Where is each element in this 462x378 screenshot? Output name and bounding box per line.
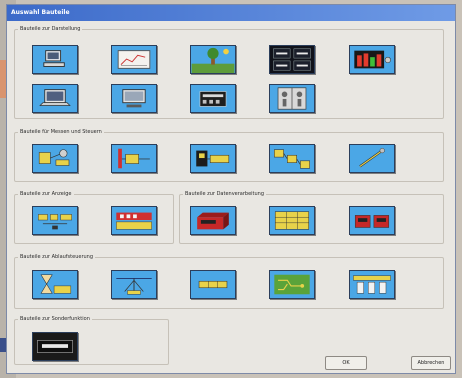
tile-hourglass[interactable] bbox=[32, 270, 78, 299]
tile-numeric-display[interactable] bbox=[269, 45, 315, 74]
tile-network[interactable] bbox=[269, 144, 315, 173]
tile-connector-panel[interactable] bbox=[349, 270, 395, 299]
tile-probe[interactable] bbox=[349, 144, 395, 173]
timer-bar-icon bbox=[198, 280, 228, 289]
group-label-anzeigen: Bauteile zur Anzeige bbox=[18, 191, 74, 197]
group-label-datenverarbeitung: Bauteile zur Datenverarbeitung bbox=[183, 191, 267, 197]
tile-monitor[interactable] bbox=[111, 84, 157, 113]
display-text-icon bbox=[37, 340, 73, 353]
network-icon bbox=[274, 149, 310, 169]
cancel-button[interactable]: Abbrechen bbox=[411, 356, 451, 370]
tile-bar-meter[interactable] bbox=[349, 45, 395, 74]
circuit-icon bbox=[274, 274, 310, 295]
terminal-icon bbox=[196, 150, 230, 167]
landscape-icon bbox=[191, 47, 235, 73]
tile-laptop[interactable] bbox=[32, 84, 78, 113]
laptop-icon bbox=[39, 89, 71, 106]
group-label-ablaufsteuerung: Bauteile zur Ablaufsteuerung bbox=[18, 254, 96, 260]
keypad-panel-icon bbox=[199, 91, 227, 107]
tile-switch-panel[interactable] bbox=[269, 84, 315, 113]
tile-timer-bar[interactable] bbox=[190, 270, 236, 299]
group-label-sonderfunktionen: Bauteile zur Sonderfunktion bbox=[18, 316, 92, 322]
tile-chart-window[interactable] bbox=[111, 45, 157, 74]
tile-relay[interactable] bbox=[111, 144, 157, 173]
tile-keypad-panel[interactable] bbox=[190, 84, 236, 113]
tile-sensor[interactable] bbox=[32, 144, 78, 173]
monitor-icon bbox=[122, 89, 146, 108]
computer-icon bbox=[43, 50, 65, 67]
tile-display-text[interactable] bbox=[32, 332, 78, 361]
group-label-steuerung: Bauteile zur Darstellung bbox=[18, 26, 83, 32]
data-table-icon bbox=[274, 211, 310, 230]
connector-panel-icon bbox=[353, 275, 391, 294]
bar-meter-icon bbox=[354, 50, 391, 69]
tile-antenna[interactable] bbox=[111, 270, 157, 299]
chart-window-icon bbox=[117, 50, 151, 69]
tile-data-table[interactable] bbox=[269, 206, 315, 235]
relay-icon bbox=[118, 148, 150, 169]
tile-storage-block[interactable] bbox=[190, 206, 236, 235]
register-icon bbox=[354, 215, 390, 228]
tile-circuit[interactable] bbox=[269, 270, 315, 299]
dialog-title: Auswahl Bauteile bbox=[7, 5, 455, 21]
tile-register[interactable] bbox=[349, 206, 395, 235]
tile-terminal[interactable] bbox=[190, 144, 236, 173]
tile-landscape[interactable] bbox=[190, 45, 236, 74]
probe-icon bbox=[359, 148, 385, 168]
tile-computer[interactable] bbox=[32, 45, 78, 74]
tile-converter[interactable] bbox=[32, 206, 78, 235]
hourglass-icon bbox=[40, 274, 72, 294]
tile-counter[interactable] bbox=[111, 206, 157, 235]
ok-button[interactable]: OK bbox=[325, 356, 367, 370]
converter-icon bbox=[38, 214, 72, 230]
component-selection-dialog: Auswahl Bauteile Bauteile zur Darstellun… bbox=[6, 4, 456, 374]
numeric-display-icon bbox=[273, 48, 311, 71]
storage-block-icon bbox=[197, 212, 229, 230]
switch-panel-icon bbox=[277, 87, 307, 110]
sensor-icon bbox=[38, 149, 70, 166]
antenna-icon bbox=[116, 277, 152, 295]
group-label-messen: Bauteile für Messen und Steuern bbox=[18, 129, 104, 135]
counter-icon bbox=[116, 212, 152, 230]
